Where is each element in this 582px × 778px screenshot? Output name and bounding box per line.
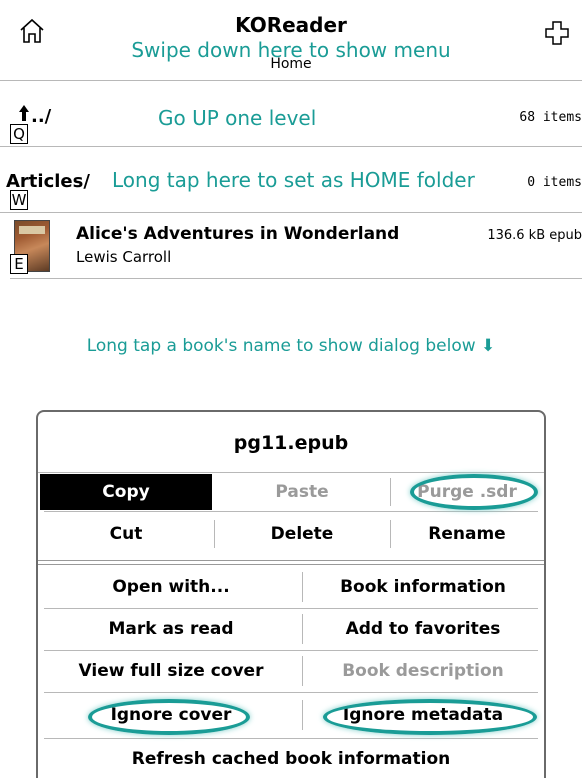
book-title: Alice's Adventures in Wonderland xyxy=(76,224,400,244)
highlight-ignore-cover xyxy=(88,699,250,735)
item-count: 0 items xyxy=(527,175,582,190)
book-size-format: 136.6 kB epub xyxy=(487,228,582,243)
book-author: Lewis Carroll xyxy=(76,248,172,266)
highlight-ignore-metadata xyxy=(323,699,537,735)
open-with-button[interactable]: Open with... xyxy=(40,568,302,606)
up-arrow-icon xyxy=(19,105,29,121)
book-description-button[interactable]: Book description xyxy=(302,652,544,690)
key-hint-q: Q xyxy=(10,124,28,144)
set-home-hint: Long tap here to set as HOME folder xyxy=(112,168,475,192)
paste-button[interactable]: Paste xyxy=(214,474,390,510)
list-item-articles[interactable]: Articles/ Long tap here to set as HOME f… xyxy=(0,146,582,212)
key-hint-e: E xyxy=(10,254,28,274)
folder-name: Articles/ xyxy=(6,171,90,192)
book-information-button[interactable]: Book information xyxy=(302,568,544,606)
mark-as-read-button[interactable]: Mark as read xyxy=(40,610,302,648)
up-level-hint: Go UP one level xyxy=(158,106,317,130)
plus-icon[interactable] xyxy=(544,20,570,46)
long-tap-instruction: Long tap a book's name to show dialog be… xyxy=(86,336,496,356)
dialog-title: pg11.epub xyxy=(233,432,349,454)
list-item-up[interactable]: ../ Go UP one level 68 items Q xyxy=(0,80,582,146)
rename-button[interactable]: Rename xyxy=(390,516,544,552)
current-folder-label: Home xyxy=(270,56,312,72)
highlight-purge-sdr xyxy=(410,474,538,510)
add-to-favorites-button[interactable]: Add to favorites xyxy=(302,610,544,648)
refresh-cached-info-button[interactable]: Refresh cached book information xyxy=(40,740,542,778)
view-full-size-cover-button[interactable]: View full size cover xyxy=(40,652,302,690)
delete-button[interactable]: Delete xyxy=(214,516,390,552)
key-hint-w: W xyxy=(10,190,28,210)
app-title: KOReader xyxy=(235,13,347,37)
cut-button[interactable]: Cut xyxy=(40,516,212,552)
up-folder-label: ../ xyxy=(31,106,52,127)
list-item-book[interactable]: Alice's Adventures in Wonderland Lewis C… xyxy=(0,212,582,278)
item-count: 68 items xyxy=(519,110,582,125)
copy-button[interactable]: Copy xyxy=(40,474,212,510)
